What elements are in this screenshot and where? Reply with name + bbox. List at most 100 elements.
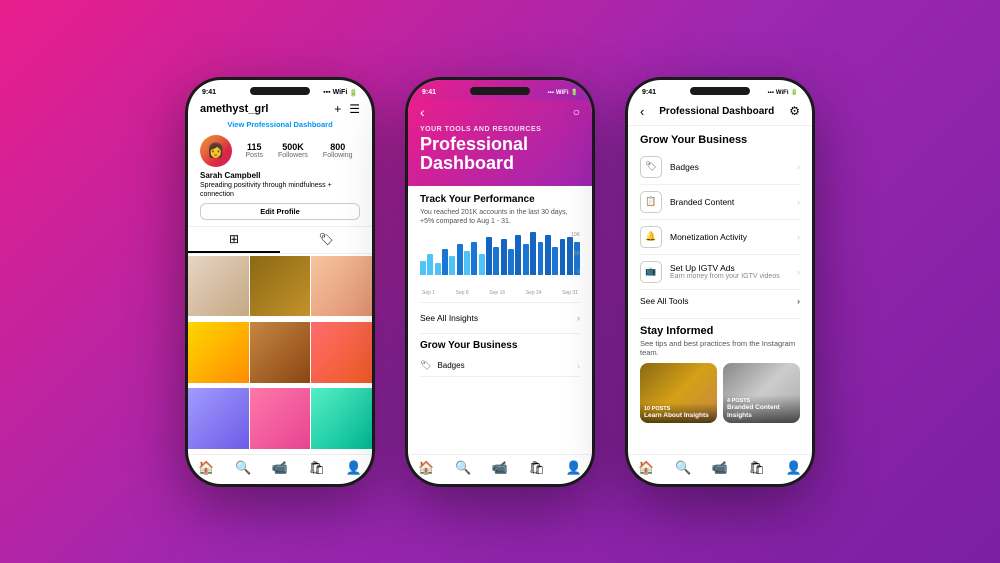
nav-search-1[interactable]: 🔍 [235, 460, 251, 476]
divider-p3 [640, 318, 800, 319]
profile-stats: 👩 115 Posts 500K Followers 800 Following [188, 133, 372, 169]
signal-icon-1: ▪▪▪ [323, 89, 330, 96]
p3-igtv-text: Set Up IGTV Ads [670, 263, 780, 273]
p3-igtv-item[interactable]: 📺 Set Up IGTV Ads Earn money from your I… [640, 255, 800, 290]
photo-9[interactable] [311, 388, 372, 449]
nav-reels-2[interactable]: 📹 [492, 460, 508, 476]
p3-branded-item[interactable]: 📋 Branded Content › [640, 185, 800, 220]
see-all-insights-text: See All Insights [420, 313, 478, 323]
bar-14 [523, 244, 529, 275]
bar-16 [538, 242, 544, 275]
nav-reels-3[interactable]: 📹 [712, 460, 728, 476]
y-label-0: 0 [577, 269, 580, 275]
stay-informed-desc: See tips and best practices from the Ins… [640, 339, 800, 357]
x-label-sep16: Sep 16 [489, 290, 505, 296]
x-label-sep8: Sep 8 [456, 290, 469, 296]
wifi-icon-1: WiFi [333, 89, 348, 96]
badges-item-2[interactable]: 🏷 Badges › [420, 355, 580, 377]
back-button-2[interactable]: ‹ [420, 104, 425, 120]
nav-home-2[interactable]: 🏠 [418, 460, 434, 476]
dash-title: ProfessionalDashboard [420, 135, 580, 175]
back-button-3[interactable]: ‹ [640, 104, 644, 119]
search-button-2[interactable]: ○ [573, 105, 580, 119]
grow-title-2: Grow Your Business [420, 340, 580, 351]
photo-6[interactable] [311, 322, 372, 383]
photo-1[interactable] [188, 256, 249, 317]
grow-title-3: Grow Your Business [640, 134, 800, 146]
photo-8[interactable] [250, 388, 311, 449]
profile-bio: Spreading positivity through mindfulness… [188, 181, 372, 203]
tab-grid[interactable]: ⊞ [188, 227, 280, 253]
following-count: 800 [323, 142, 353, 152]
nav-shop-3[interactable]: 🛍 [748, 460, 765, 476]
divider-2 [420, 333, 580, 334]
status-time-1: 9:41 [202, 89, 216, 96]
view-dashboard-link[interactable]: View Professional Dashboard [188, 120, 372, 133]
stay-informed-title: Stay Informed [640, 325, 800, 337]
settings-icon-3[interactable]: ⚙ [789, 104, 800, 118]
info-card-2[interactable]: 4 POSTS Branded Content Insights [723, 363, 800, 423]
bar-17 [545, 235, 551, 276]
battery-icon-1: 🔋 [349, 89, 358, 97]
photo-5[interactable] [250, 322, 311, 383]
card-2-title: Branded Content Insights [727, 404, 796, 420]
p3-igtv-icon: 📺 [640, 261, 662, 283]
see-all-tools[interactable]: See All Tools › [640, 290, 800, 312]
y-label-10k: 10K [571, 232, 580, 238]
p3-igtv-sub: Earn money from your IGTV videos [670, 273, 780, 280]
nav-shop-1[interactable]: 🛍 [308, 460, 325, 476]
nav-profile-1[interactable]: 👤 [346, 460, 362, 476]
info-card-1[interactable]: 10 POSTS Learn About Insights [640, 363, 717, 423]
nav-search-3[interactable]: 🔍 [675, 460, 691, 476]
followers-count: 500K [278, 142, 308, 152]
bar-9 [486, 237, 492, 275]
photo-4[interactable] [188, 322, 249, 383]
edit-profile-button[interactable]: Edit Profile [200, 203, 360, 220]
nav-reels-1[interactable]: 📹 [272, 460, 288, 476]
nav-home-3[interactable]: 🏠 [638, 460, 654, 476]
x-label-sep24: Sep 24 [526, 290, 542, 296]
y-label-5k: 5K [574, 251, 580, 257]
x-label-sep31: Sep 31 [562, 290, 578, 296]
see-all-tools-text: See All Tools [640, 296, 689, 306]
bottom-nav-1: 🏠 🔍 📹 🛍 👤 [188, 454, 372, 484]
photo-3[interactable] [311, 256, 372, 317]
p3-igtv-arrow: › [797, 267, 800, 277]
bar-10 [493, 247, 499, 276]
following-label: Following [323, 152, 353, 159]
nav-search-2[interactable]: 🔍 [455, 460, 471, 476]
dash-subtitle: YOUR TOOLS AND RESOURCES [420, 126, 580, 133]
photo-7[interactable] [188, 388, 249, 449]
status-icons-1: ▪▪▪ WiFi 🔋 [323, 89, 358, 97]
avatar: 👩 [200, 135, 232, 167]
photo-2[interactable] [250, 256, 311, 317]
dashboard-header: ‹ ○ YOUR TOOLS AND RESOURCES Professiona… [408, 100, 592, 187]
bar-2 [435, 263, 441, 275]
tab-tagged[interactable]: 🏷 [280, 227, 372, 253]
phone-1: 9:41 ▪▪▪ WiFi 🔋 amethyst_grl + ☰ View Pr… [185, 77, 375, 487]
p3-badges-left: 🏷 Badges [640, 156, 699, 178]
x-label-sep1: Sep 1 [422, 290, 435, 296]
bars-area [420, 232, 580, 287]
bar-12 [508, 249, 514, 275]
menu-icon[interactable]: ☰ [349, 102, 360, 116]
stats-row: 115 Posts 500K Followers 800 Following [238, 142, 360, 159]
add-icon[interactable]: + [334, 102, 341, 116]
dashboard-content: ‹ ○ YOUR TOOLS AND RESOURCES Professiona… [408, 100, 592, 484]
nav-profile-3[interactable]: 👤 [786, 460, 802, 476]
profile-header-icons: + ☰ [334, 102, 360, 116]
nav-shop-2[interactable]: 🛍 [528, 460, 545, 476]
see-all-insights[interactable]: See All Insights › [420, 309, 580, 327]
battery-icon-2: 🔋 [571, 89, 578, 96]
signal-icon-3: ▪▪▪ [768, 90, 774, 96]
p3-badges-item[interactable]: 🏷 Badges › [640, 150, 800, 185]
p3-content: ‹ Professional Dashboard ⚙ Grow Your Bus… [628, 100, 812, 484]
bar-19 [560, 239, 566, 275]
badges-arrow-2: › [577, 361, 580, 371]
profile-name: Sarah Campbell [188, 169, 372, 181]
p3-header-title: Professional Dashboard [659, 106, 774, 117]
nav-home-1[interactable]: 🏠 [198, 460, 214, 476]
phone-notch-2 [470, 87, 530, 95]
p3-monetization-item[interactable]: 🔔 Monetization Activity › [640, 220, 800, 255]
nav-profile-2[interactable]: 👤 [566, 460, 582, 476]
